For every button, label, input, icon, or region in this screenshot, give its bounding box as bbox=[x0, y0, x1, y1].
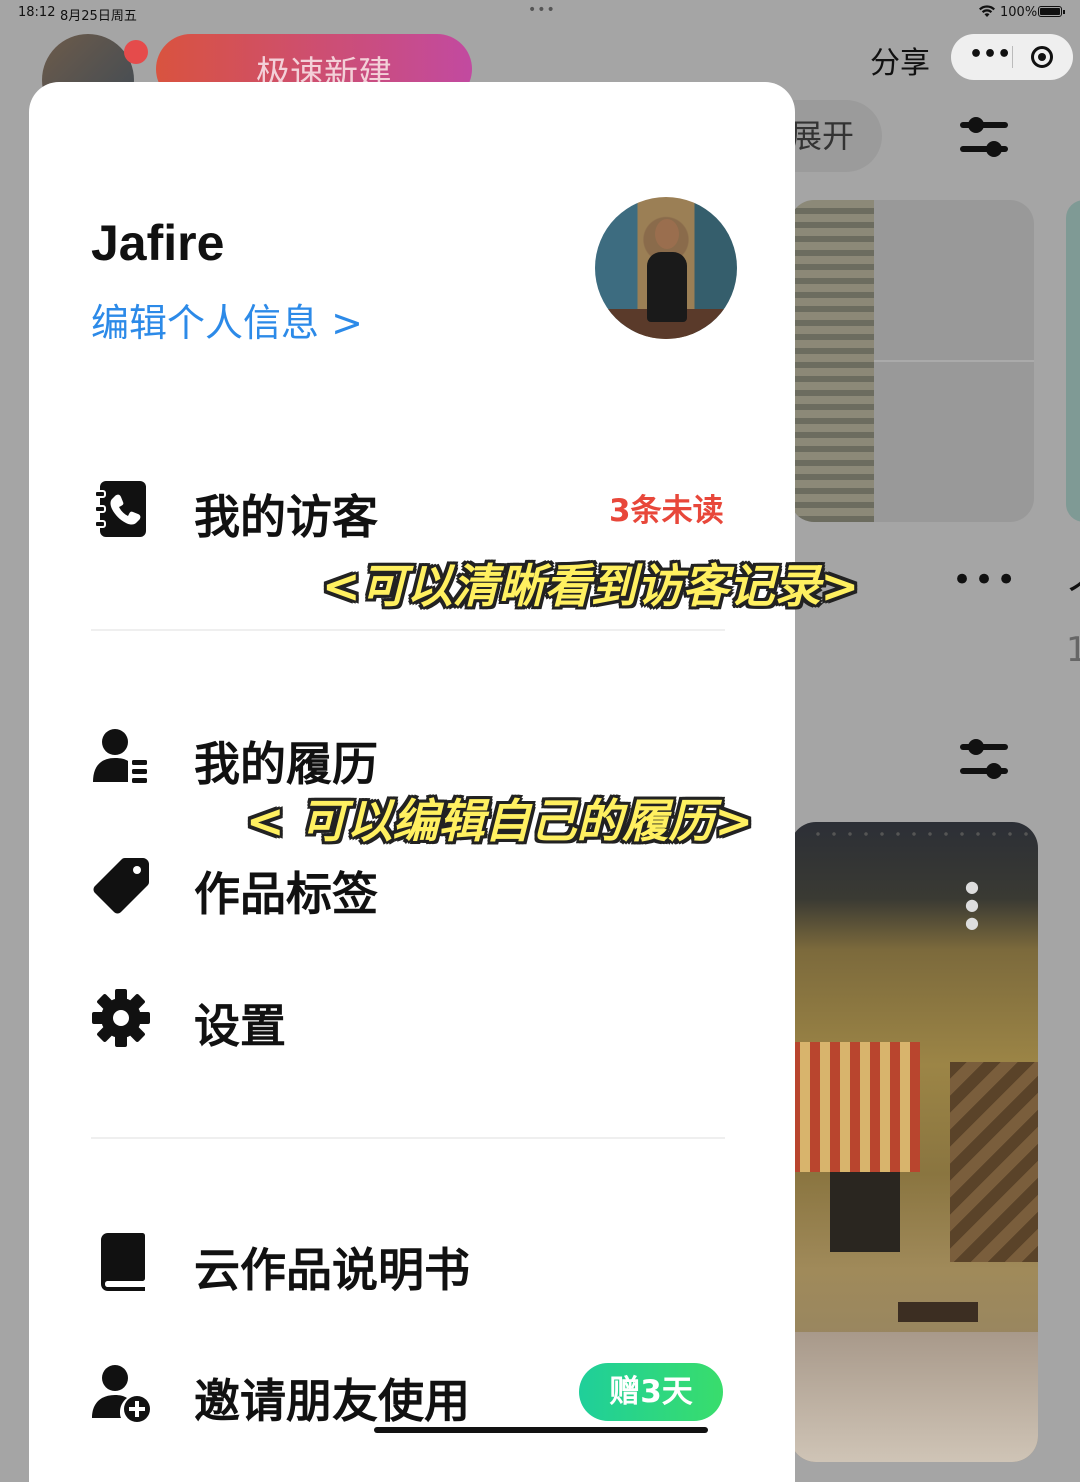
menu-label-invite: 邀请朋友使用 bbox=[194, 1374, 470, 1428]
multitask-dots[interactable]: ••• bbox=[528, 2, 556, 18]
avatar-figure bbox=[647, 252, 687, 322]
battery-icon bbox=[1038, 6, 1065, 17]
tag-icon bbox=[93, 858, 149, 914]
battery-percent: 100% bbox=[1000, 5, 1038, 20]
caption-resume: < 可以编辑自己的履历> bbox=[246, 794, 754, 848]
wooden-stairs bbox=[950, 1062, 1038, 1262]
side-drawer: Jafire 编辑个人信息 > 我的访客 3条未读 我的履历 作品标签 设置 云… bbox=[29, 82, 795, 1482]
more-options-icon[interactable]: ••• bbox=[952, 560, 1018, 600]
edit-profile-link[interactable]: 编辑个人信息 > bbox=[91, 292, 363, 347]
unread-badge: 3条未读 bbox=[609, 493, 724, 529]
capsule-close-icon[interactable] bbox=[1031, 46, 1053, 68]
filter-sliders-icon[interactable] bbox=[960, 738, 1008, 780]
share-button[interactable]: 分享 bbox=[870, 38, 930, 82]
book-icon bbox=[101, 1233, 145, 1291]
menu-item-settings[interactable]: 设置 bbox=[91, 988, 771, 1053]
section-divider bbox=[91, 629, 725, 631]
user-list-icon bbox=[93, 729, 147, 783]
free-days-badge[interactable]: 赠3天 bbox=[579, 1363, 723, 1421]
caption-visitors: <可以清晰看到访客记录> bbox=[322, 559, 860, 613]
diorama-photo-card[interactable]: ● ● ● bbox=[790, 822, 1038, 1462]
edge-text: 个 bbox=[1068, 560, 1080, 618]
filter-sliders-icon[interactable] bbox=[960, 116, 1008, 158]
status-time: 18:12 bbox=[18, 5, 56, 20]
user-avatar[interactable] bbox=[595, 197, 737, 339]
gear-icon bbox=[92, 989, 150, 1047]
user-name: Jafire bbox=[91, 215, 225, 271]
menu-item-tags[interactable]: 作品标签 bbox=[91, 856, 771, 921]
menu-item-manual[interactable]: 云作品说明书 bbox=[91, 1232, 771, 1297]
menu-label-tags: 作品标签 bbox=[194, 867, 378, 921]
vertical-more-icon[interactable]: ● ● ● bbox=[965, 878, 979, 932]
contact-book-phone-icon bbox=[94, 481, 146, 537]
ceiling-dots bbox=[810, 832, 1038, 836]
wooden-table bbox=[898, 1302, 978, 1322]
miniapp-capsule: ••• bbox=[951, 34, 1073, 80]
avatar-head bbox=[655, 219, 679, 249]
add-user-icon bbox=[92, 1365, 150, 1422]
home-indicator[interactable] bbox=[374, 1427, 708, 1433]
notification-dot bbox=[124, 40, 148, 64]
card-divider bbox=[874, 360, 1034, 362]
menu-label-manual: 云作品说明书 bbox=[194, 1243, 470, 1297]
artwork-thumbnail bbox=[790, 200, 874, 522]
capsule-more-button[interactable]: ••• bbox=[969, 42, 1011, 67]
section-divider bbox=[91, 1137, 725, 1139]
sand-floor bbox=[790, 1332, 1038, 1462]
artwork-card[interactable] bbox=[790, 200, 1034, 522]
striped-awning bbox=[790, 1042, 920, 1172]
menu-item-resume[interactable]: 我的履历 bbox=[91, 726, 771, 791]
status-bar: 18:12 8月25日周五 ••• 100% bbox=[0, 0, 1080, 26]
menu-label-settings: 设置 bbox=[194, 999, 286, 1053]
wifi-icon bbox=[979, 5, 995, 17]
edge-count: 1 bbox=[1066, 630, 1080, 670]
next-card-edge[interactable] bbox=[1066, 200, 1080, 522]
dark-window bbox=[830, 1172, 900, 1252]
status-date: 8月25日周五 bbox=[60, 9, 137, 24]
capsule-divider bbox=[1012, 46, 1013, 68]
menu-label-visitors: 我的访客 bbox=[194, 490, 378, 544]
